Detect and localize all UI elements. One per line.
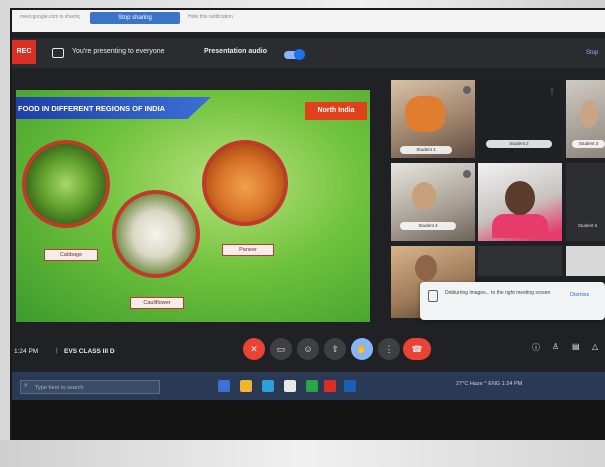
present-screen-icon [52, 48, 64, 58]
taskbar-app-icon[interactable] [306, 380, 318, 392]
taskbar-search-input[interactable]: Type here to search [20, 380, 160, 394]
people-icon[interactable]: ♙ [552, 342, 559, 351]
file-explorer-icon[interactable] [240, 380, 252, 392]
participant-video [492, 214, 548, 238]
mic-muted-icon [463, 86, 471, 94]
notification-icon [428, 290, 438, 302]
present-icon[interactable]: ⇧ [324, 338, 346, 360]
system-tray[interactable]: 27°C Haze ^ ENG 1:24 PM [456, 381, 522, 387]
presenting-text: You're presenting to everyone [72, 48, 165, 55]
search-icon: ⌕ [24, 382, 28, 389]
more-icon[interactable]: ⋮ [378, 338, 400, 360]
stop-presenting-link[interactable]: Stop [586, 50, 598, 56]
cauliflower-label: Cauliflower [130, 297, 184, 309]
participant-video [580, 100, 598, 128]
cabbage-label: Cabbage [44, 249, 98, 261]
monitor-bezel [12, 400, 605, 440]
mic-off-icon[interactable]: ✕ [243, 338, 265, 360]
separator: | [56, 347, 58, 354]
participant-video [505, 181, 535, 215]
participant-name: Student 1 [400, 146, 452, 154]
notification-dismiss-button[interactable]: Dismiss [570, 292, 589, 298]
captions-icon[interactable]: ▭ [270, 338, 292, 360]
call-end-icon[interactable]: ☎ [403, 338, 431, 360]
more-options-icon[interactable]: ⋮ [549, 88, 557, 96]
meeting-name: EVS CLASS III D [64, 348, 115, 355]
notification-text: Deblurring images... to the right meetin… [445, 290, 551, 296]
paneer-image [202, 140, 288, 226]
raise-hand-icon[interactable]: ✋ [351, 338, 373, 360]
presentation-audio-label: Presentation audio [204, 48, 268, 55]
participant-video [412, 182, 436, 210]
chat-icon[interactable]: ▤ [572, 342, 580, 351]
cabbage-image [22, 140, 110, 228]
info-icon[interactable]: ⓘ [532, 342, 540, 353]
mic-muted-icon [463, 170, 471, 178]
cauliflower-image [112, 190, 200, 278]
participant-name: Student 2 [486, 140, 552, 148]
slide-title: FOOD IN DIFFERENT REGIONS OF INDIA [18, 104, 166, 113]
recording-badge[interactable]: REC [12, 40, 36, 64]
emoji-icon[interactable]: ☺ [297, 338, 319, 360]
participant-video [415, 255, 437, 281]
participant-video [405, 96, 445, 132]
toggle-knob[interactable] [294, 49, 305, 60]
paneer-label: Paneer [222, 244, 274, 256]
chrome-icon[interactable] [284, 380, 296, 392]
pdf-reader-icon[interactable] [324, 380, 336, 392]
desk-surface [0, 440, 605, 467]
notification-popup [420, 282, 605, 320]
hide-notification-link[interactable]: Hide this notification [188, 14, 308, 22]
activities-icon[interactable]: △ [592, 342, 598, 351]
edge-icon[interactable] [262, 380, 274, 392]
taskbar-app-icon[interactable] [218, 380, 230, 392]
participant-name: Student 4 [400, 222, 456, 230]
stop-sharing-button[interactable]: Stop sharing [90, 12, 180, 24]
meeting-time: 1:24 PM [14, 348, 39, 355]
participant-name: Student 3 [572, 140, 605, 148]
word-icon[interactable] [344, 380, 356, 392]
region-tag: North India [305, 102, 367, 120]
participant-tile[interactable] [478, 246, 562, 276]
participant-tile[interactable] [566, 246, 605, 276]
participant-name: Student 6 [577, 223, 598, 228]
sharing-status-text: meet.google.com is sharing your screen [20, 14, 80, 20]
